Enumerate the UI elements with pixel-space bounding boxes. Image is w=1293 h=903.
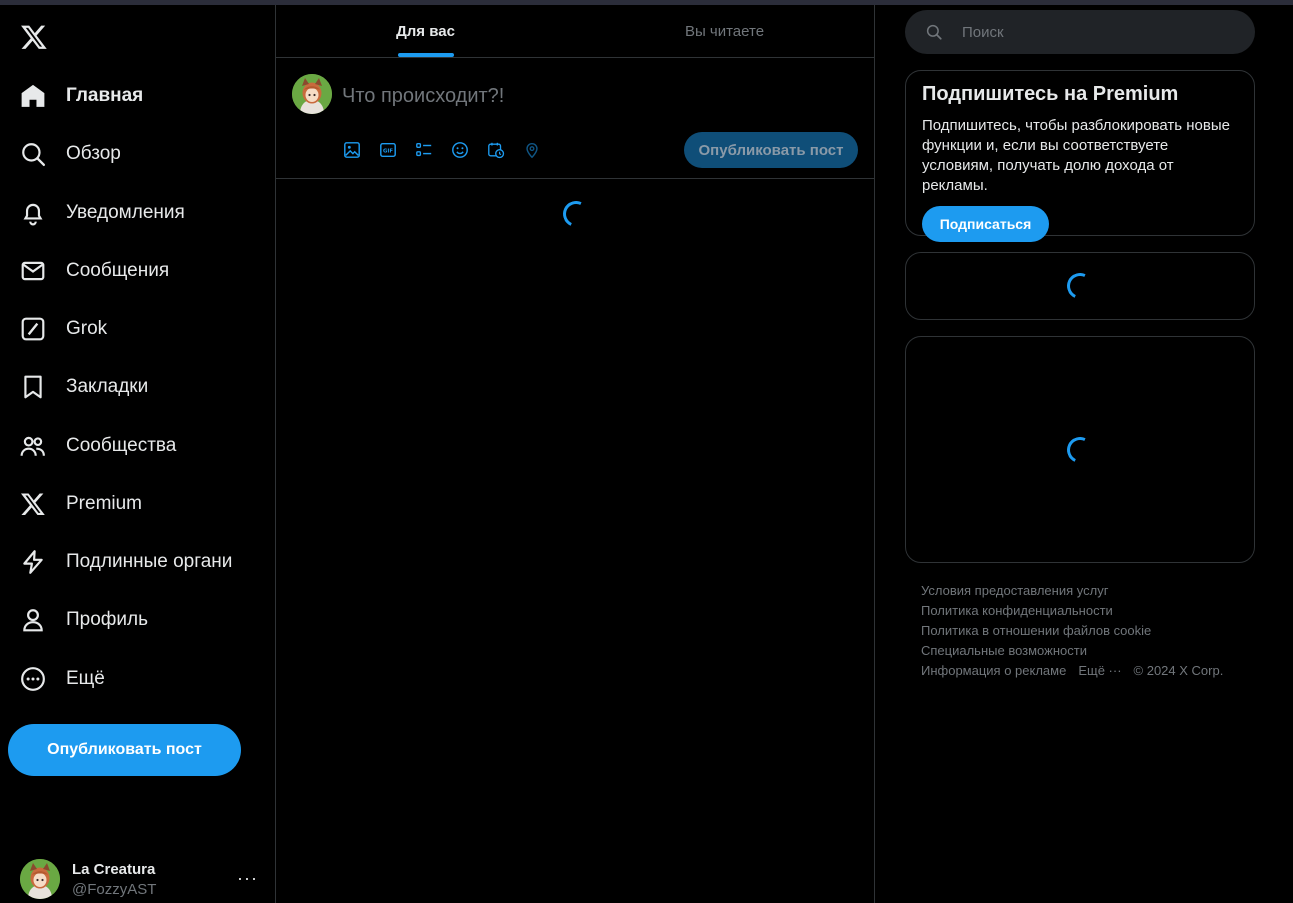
account-name: La Creatura	[72, 860, 156, 878]
bookmark-icon	[24, 375, 42, 399]
nav-item-label: Grok	[66, 318, 108, 339]
tab-for-you[interactable]: Для вас	[276, 5, 575, 57]
compose-input[interactable]	[342, 82, 742, 110]
premium-description: Подпишитесь, чтобы разблокировать новые …	[922, 117, 1230, 194]
post-button[interactable]: Опубликовать пост	[8, 724, 241, 776]
premium-title: Подпишитесь на Premium	[922, 83, 1179, 105]
person-icon	[23, 609, 43, 632]
nav-item-home[interactable]: Главная	[20, 76, 260, 116]
x-logo-icon	[20, 493, 45, 516]
nav-item-premium[interactable]: Premium	[20, 484, 260, 524]
timeline-tabs: Для вас Вы читаете	[276, 5, 874, 58]
more-icon[interactable]: ···	[237, 868, 258, 889]
footer-link-terms[interactable]: Условия предоставления услуг	[921, 581, 1108, 601]
copyright: © 2024 X Corp.	[1133, 663, 1224, 678]
composer-toolbar: GIF	[342, 140, 558, 160]
nav-item-label: Главная	[66, 85, 144, 106]
bell-icon	[23, 203, 43, 226]
lightning-icon	[23, 550, 43, 574]
footer-link-cookies[interactable]: Политика в отношении файлов cookie	[921, 621, 1151, 641]
nav-item-grok[interactable]: Grok	[20, 309, 260, 349]
loading-spinner	[1063, 269, 1097, 303]
loading-spinner	[559, 197, 593, 231]
footer-link-ads-info[interactable]: Информация о рекламе	[921, 661, 1066, 681]
schedule-icon[interactable]	[486, 140, 506, 160]
sidebar: Главная Обзор Уведомления Сообщения Grok…	[0, 5, 275, 903]
trends-card-loading	[905, 252, 1255, 320]
nav-item-label: Ещё	[66, 668, 105, 689]
main-timeline: Для вас Вы читаете GIF	[275, 5, 875, 903]
poll-icon[interactable]	[414, 140, 434, 160]
premium-card: Подпишитесь на Premium Подпишитесь, чтоб…	[905, 70, 1255, 242]
grok-icon	[21, 317, 45, 341]
gif-icon[interactable]: GIF	[378, 140, 398, 160]
nav-item-messages[interactable]: Сообщения	[20, 251, 260, 291]
tab-label: Для вас	[396, 22, 455, 40]
active-tab-indicator	[397, 53, 454, 57]
nav-item-label: Сообщения	[66, 260, 170, 281]
nav-item-label: Сообщества	[66, 435, 177, 456]
account-switcher[interactable]: La Creatura @FozzyAST ···	[20, 858, 260, 900]
nav-item-bookmarks[interactable]: Закладки	[20, 367, 260, 407]
tab-following[interactable]: Вы читаете	[575, 5, 874, 57]
emoji-icon[interactable]	[450, 140, 470, 160]
more-circle-icon	[21, 667, 45, 691]
image-icon[interactable]	[342, 140, 362, 160]
nav-item-profile[interactable]: Профиль	[20, 600, 260, 640]
footer-link-more[interactable]: Ещё ···	[1078, 661, 1121, 681]
avatar	[20, 859, 60, 899]
people-icon	[20, 436, 45, 456]
nav-item-label: Уведомления	[66, 202, 185, 223]
nav-item-communities[interactable]: Сообщества	[20, 426, 260, 466]
nav-item-label: Подлинные органи	[66, 551, 233, 572]
loading-spinner	[1063, 433, 1097, 467]
search-icon	[926, 24, 942, 40]
nav-item-label: Закладки	[66, 376, 149, 397]
footer-links: Условия предоставления услуг Политика ко…	[921, 581, 1241, 681]
avatar[interactable]	[292, 74, 332, 114]
x-logo-icon[interactable]	[20, 23, 48, 51]
svg-text:GIF: GIF	[383, 149, 393, 155]
subscribe-button[interactable]: Подписаться	[922, 206, 1049, 242]
search-input[interactable]	[962, 23, 1242, 41]
tab-label: Вы читаете	[684, 22, 765, 40]
publish-post-button[interactable]: Опубликовать пост	[684, 132, 858, 168]
nav-item-label: Обзор	[66, 143, 121, 164]
nav-item-label: Premium	[66, 493, 143, 514]
search-icon	[22, 143, 46, 167]
search-bar[interactable]	[905, 10, 1255, 54]
nav-item-more[interactable]: Ещё	[20, 659, 260, 699]
envelope-icon	[21, 261, 45, 281]
nav-item-label: Профиль	[66, 609, 149, 630]
account-handle: @FozzyAST	[72, 880, 157, 898]
post-composer: GIF Опубликовать пост	[276, 58, 874, 179]
nav-item-verified-orgs[interactable]: Подлинные органи	[20, 542, 260, 582]
location-icon[interactable]	[522, 140, 542, 160]
footer-link-privacy[interactable]: Политика конфиденциальности	[921, 601, 1113, 621]
right-sidebar: Подпишитесь на Premium Подпишитесь, чтоб…	[905, 0, 1255, 903]
footer-link-accessibility[interactable]: Специальные возможности	[921, 641, 1087, 661]
nav-item-notifications[interactable]: Уведомления	[20, 193, 260, 233]
home-icon	[21, 84, 45, 107]
who-to-follow-card-loading	[905, 336, 1255, 563]
nav-item-explore[interactable]: Обзор	[20, 134, 260, 174]
